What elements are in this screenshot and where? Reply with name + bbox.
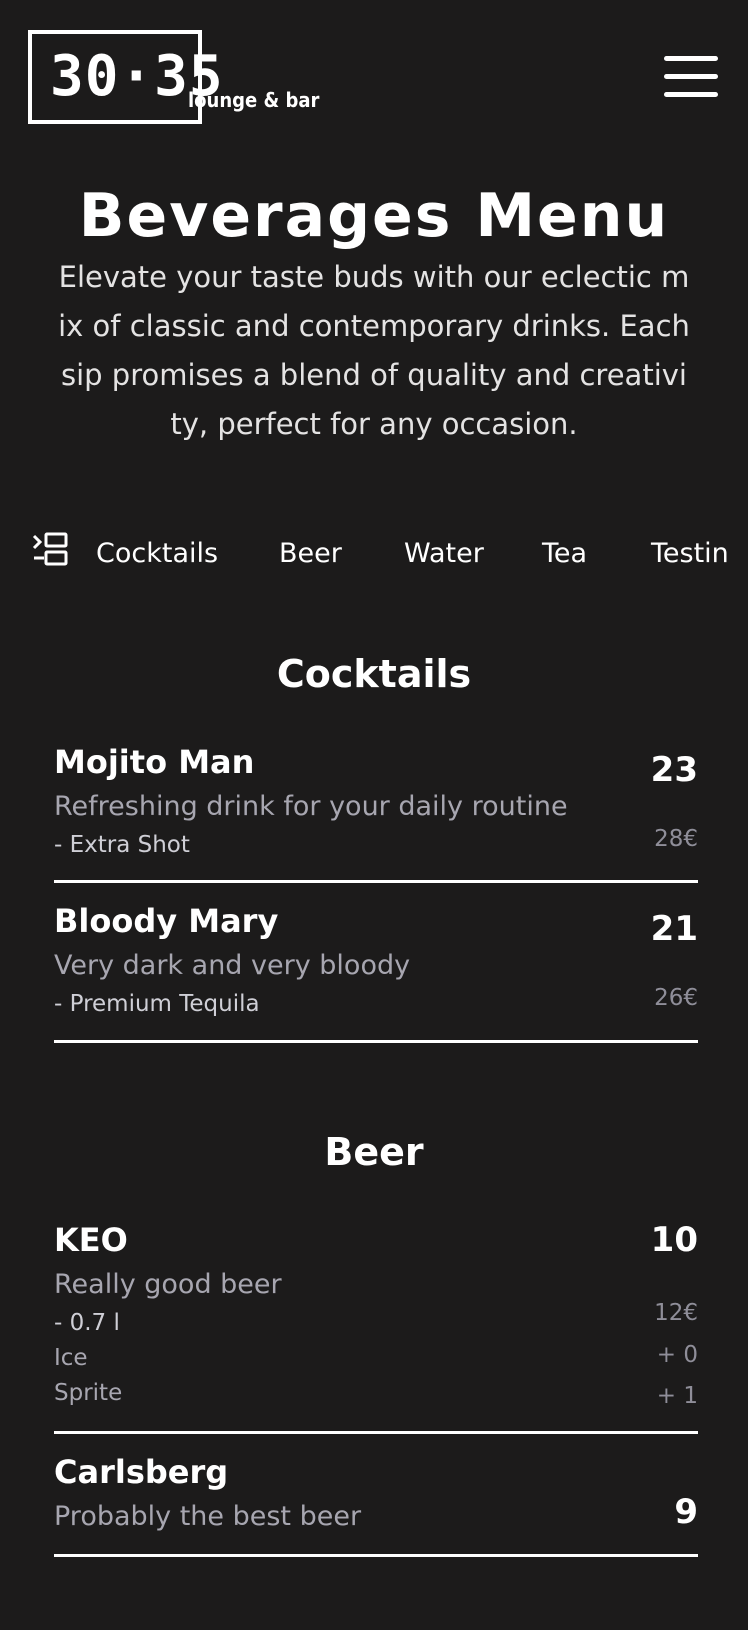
item-option-price: 26€ xyxy=(654,985,698,1011)
menu-item-bloody-mary[interactable]: Bloody Mary 21 Very dark and very bloody… xyxy=(54,899,698,1043)
section-title-beer: Beer xyxy=(324,1130,424,1174)
item-option-label: - Extra Shot xyxy=(54,832,190,858)
item-description: Very dark and very bloody xyxy=(54,950,411,981)
item-description: Probably the best beer xyxy=(54,1501,362,1532)
item-option-label: - Premium Tequila xyxy=(54,991,260,1017)
hamburger-menu-icon[interactable] xyxy=(664,56,718,98)
item-option-price: + 1 xyxy=(656,1383,698,1409)
item-price: 10 xyxy=(650,1220,698,1260)
tab-testin[interactable]: Testin xyxy=(651,538,729,570)
item-price: 23 xyxy=(650,750,698,790)
tab-water[interactable]: Water xyxy=(404,538,484,570)
menu-item-keo[interactable]: KEO 10 Really good beer - 0.7 l 12€ Ice … xyxy=(54,1218,698,1434)
section-title-cocktails: Cocktails xyxy=(276,652,472,696)
item-option-price: + 0 xyxy=(656,1342,698,1368)
list-indent-icon[interactable] xyxy=(30,530,70,570)
item-name: Bloody Mary xyxy=(54,902,279,940)
item-option-price: 12€ xyxy=(654,1300,698,1326)
item-option-label: - 0.7 l xyxy=(54,1310,120,1336)
tab-cocktails[interactable]: Cocktails xyxy=(96,538,218,570)
tab-tea[interactable]: Tea xyxy=(542,538,587,570)
item-name: KEO xyxy=(54,1221,128,1259)
menu-item-carlsberg[interactable]: Carlsberg 9 Probably the best beer xyxy=(54,1450,698,1557)
category-tabs: Cocktails Beer Water Tea Testin xyxy=(0,526,748,586)
item-name: Carlsberg xyxy=(54,1453,229,1491)
page-intro: Elevate your taste buds with our eclecti… xyxy=(58,260,690,441)
item-price: 9 xyxy=(674,1492,698,1532)
item-option-label: Ice xyxy=(54,1345,88,1371)
page-title: Beverages Menu xyxy=(78,181,670,252)
item-description: Really good beer xyxy=(54,1269,282,1300)
logo[interactable]: 30·35 xyxy=(28,30,223,124)
item-name: Mojito Man xyxy=(54,743,255,781)
item-price: 21 xyxy=(650,909,698,949)
item-description: Refreshing drink for your daily routine xyxy=(54,791,568,822)
menu-item-mojito-man[interactable]: Mojito Man 23 Refreshing drink for your … xyxy=(54,740,698,883)
logo-subtitle: lounge & bar xyxy=(188,88,320,112)
tab-beer[interactable]: Beer xyxy=(279,538,342,570)
site-header: 30·35 lounge & bar xyxy=(0,0,748,140)
item-option-price: 28€ xyxy=(654,826,698,852)
item-option-label: Sprite xyxy=(54,1380,123,1406)
